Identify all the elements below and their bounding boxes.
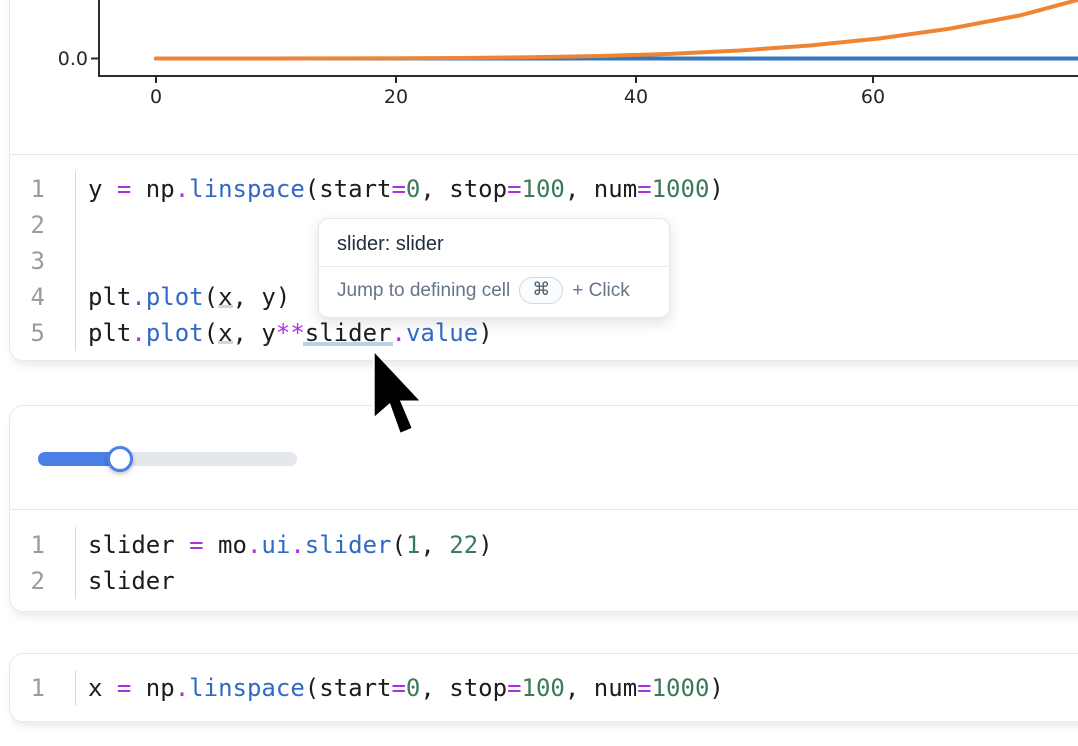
code-line[interactable]: 1slider = mo.ui.slider(1, 22) bbox=[10, 527, 1078, 563]
tooltip-action-label[interactable]: Jump to defining cell bbox=[337, 280, 510, 302]
code-text bbox=[76, 207, 88, 243]
code-line[interactable]: 2slider bbox=[10, 563, 1078, 599]
series-orange-line bbox=[156, 0, 1078, 59]
code-editor-x[interactable]: 1x = np.linspace(start=0, stop=100, num=… bbox=[10, 654, 1078, 721]
code-text: plt.plot(x, y**slider.value) bbox=[76, 315, 493, 351]
variable-tooltip: slider: slider Jump to defining cell ⌘ +… bbox=[318, 218, 670, 318]
plot-output: 0.0 0 20 40 60 bbox=[10, 0, 1078, 154]
line-number: 1 bbox=[10, 171, 76, 207]
line-number: 2 bbox=[10, 207, 76, 243]
x-tick-label-40: 40 bbox=[624, 86, 648, 108]
line-number: 1 bbox=[10, 670, 76, 706]
line-number: 1 bbox=[10, 527, 76, 563]
command-key-badge: ⌘ bbox=[519, 277, 563, 304]
code-text: slider = mo.ui.slider(1, 22) bbox=[76, 527, 493, 563]
matplotlib-figure: 0.0 0 20 40 60 bbox=[10, 0, 1078, 112]
tooltip-variable-title: slider: slider bbox=[319, 219, 669, 266]
line-number: 2 bbox=[10, 563, 76, 599]
code-text: x = np.linspace(start=0, stop=100, num=1… bbox=[76, 670, 724, 706]
tooltip-click-hint: + Click bbox=[572, 280, 630, 302]
code-editor-slider[interactable]: 1slider = mo.ui.slider(1, 22)2slider bbox=[10, 510, 1078, 611]
line-number: 4 bbox=[10, 279, 76, 315]
code-line[interactable]: 1x = np.linspace(start=0, stop=100, num=… bbox=[10, 670, 1078, 706]
cell-x: 1x = np.linspace(start=0, stop=100, num=… bbox=[9, 653, 1078, 722]
slider-output bbox=[10, 406, 1078, 509]
line-number: 5 bbox=[10, 315, 76, 351]
x-tick-label-0: 0 bbox=[150, 86, 162, 108]
code-text bbox=[76, 243, 88, 279]
code-text: plt.plot(x, y) bbox=[76, 279, 290, 315]
code-text: y = np.linspace(start=0, stop=100, num=1… bbox=[76, 171, 724, 207]
code-line[interactable]: 5plt.plot(x, y**slider.value) bbox=[10, 315, 1078, 351]
y-tick-label: 0.0 bbox=[58, 48, 88, 70]
marimo-notebook: { "plot": { "ytick": "0.0", "xticks": ["… bbox=[0, 0, 1078, 746]
slider-thumb[interactable] bbox=[107, 446, 133, 472]
code-text: slider bbox=[76, 563, 175, 599]
mouse-cursor-icon bbox=[367, 349, 431, 443]
code-line[interactable]: 1y = np.linspace(start=0, stop=100, num=… bbox=[10, 171, 1078, 207]
x-tick-label-20: 20 bbox=[384, 86, 408, 108]
x-tick-label-60: 60 bbox=[861, 86, 885, 108]
line-number: 3 bbox=[10, 243, 76, 279]
cell-slider: 1slider = mo.ui.slider(1, 22)2slider bbox=[9, 405, 1078, 612]
